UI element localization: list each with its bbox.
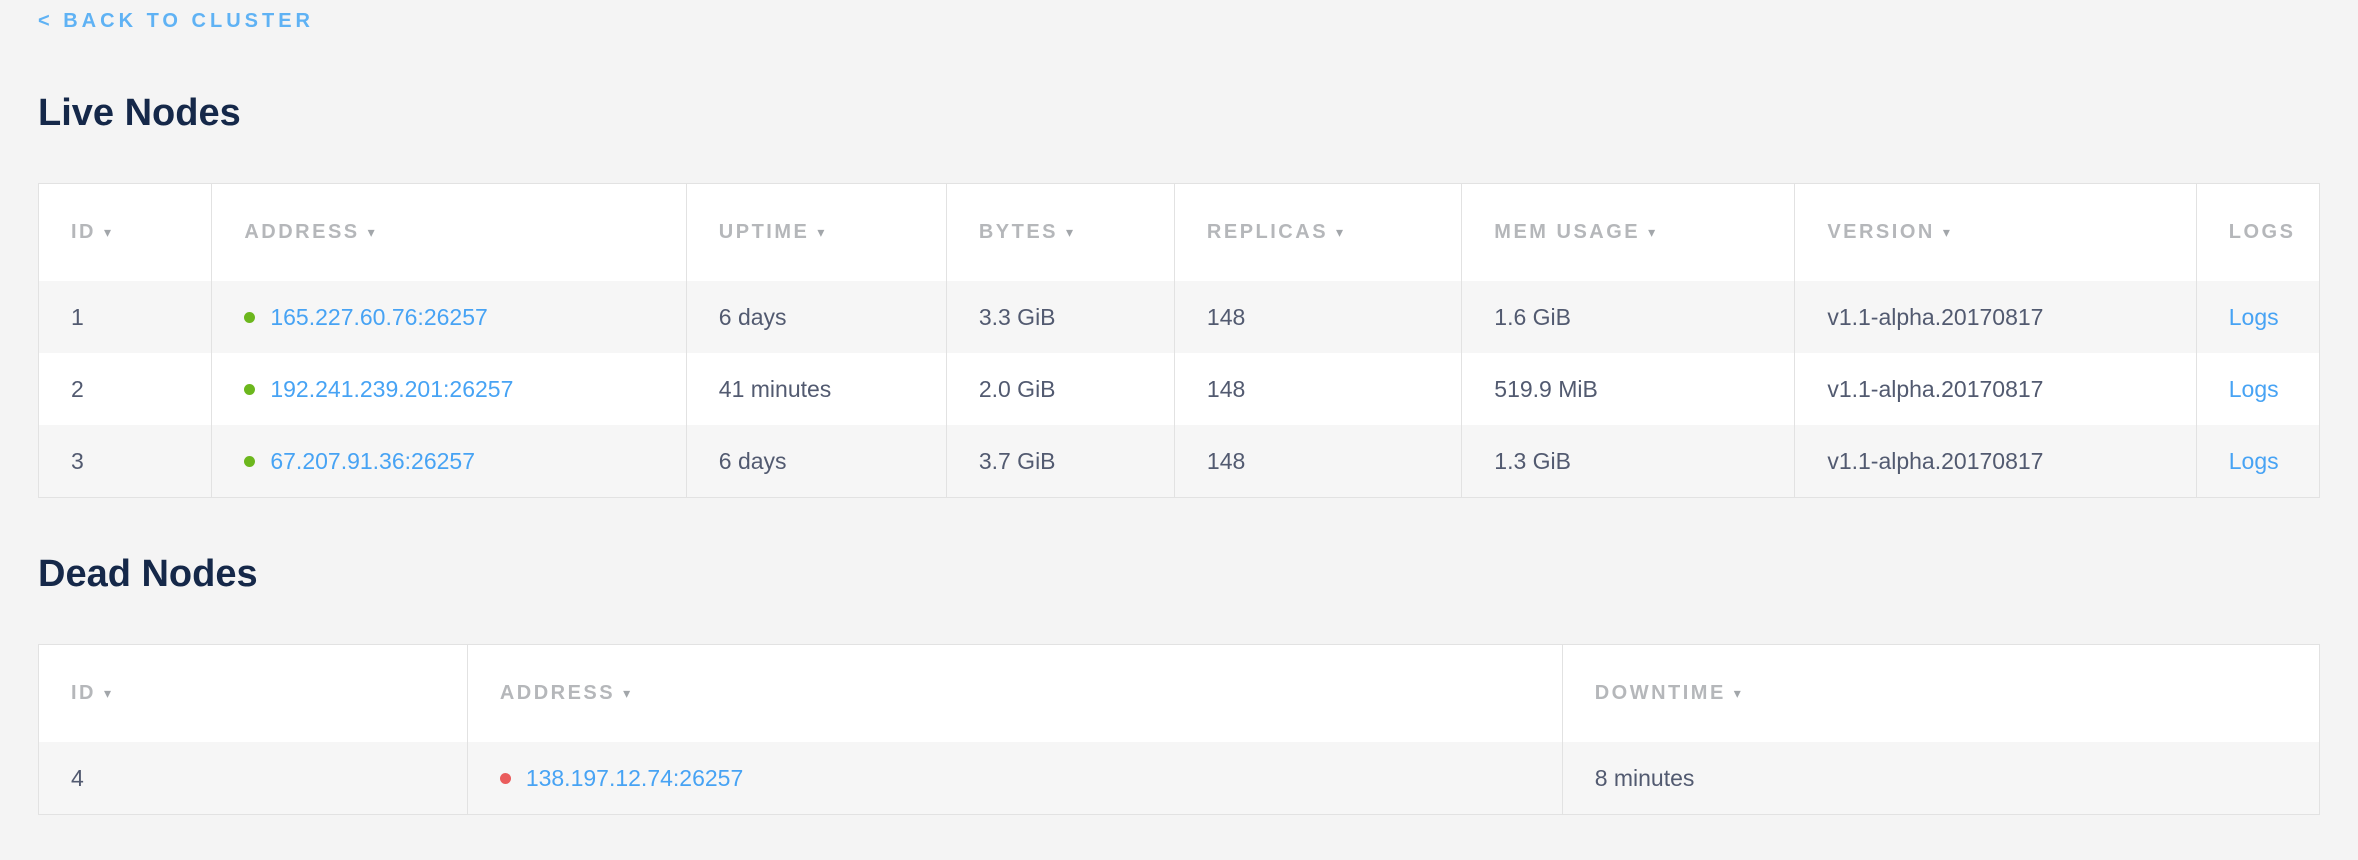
cell-address: 192.241.239.201:26257: [212, 353, 686, 425]
column-label: ID: [71, 682, 96, 704]
column-label: ID: [71, 221, 96, 243]
column-label: LOGS: [2229, 221, 2296, 243]
cell-replicas: 148: [1174, 353, 1461, 425]
column-label: MEM USAGE: [1494, 221, 1640, 243]
column-label: ADDRESS: [500, 682, 615, 704]
table-row: 3 67.207.91.36:26257 6 days3.7 GiB1481.3 G…: [39, 425, 2320, 498]
cell-id: 4: [39, 742, 468, 815]
cell-address: 67.207.91.36:26257: [212, 425, 686, 498]
column-header-logs: LOGS: [2196, 184, 2319, 282]
cell-id: 3: [39, 425, 212, 498]
cell-bytes: 3.7 GiB: [946, 425, 1174, 498]
logs-link[interactable]: Logs: [2229, 304, 2279, 330]
column-label: REPLICAS: [1207, 221, 1328, 243]
column-header-address[interactable]: ADDRESS ▾: [212, 184, 686, 282]
node-address-link[interactable]: 192.241.239.201:26257: [270, 376, 513, 402]
cell-version: v1.1-alpha.20170817: [1795, 425, 2196, 498]
column-label: ADDRESS: [244, 221, 359, 243]
column-header-bytes[interactable]: BYTES ▾: [946, 184, 1174, 282]
sort-arrow-icon: ▾: [1734, 685, 1741, 702]
dead-nodes-heading: Dead Nodes: [38, 552, 2320, 596]
sort-arrow-icon: ▾: [1336, 224, 1343, 241]
cell-replicas: 148: [1174, 425, 1461, 498]
node-address-link[interactable]: 138.197.12.74:26257: [526, 765, 743, 791]
cell-mem_usage: 1.3 GiB: [1462, 425, 1795, 498]
live-nodes-section: Live Nodes ID▾ADDRESS▾UPTIME▾BYTES▾REPLI…: [38, 91, 2320, 498]
cell-logs: Logs: [2196, 425, 2319, 498]
sort-arrow-icon: ▾: [1648, 224, 1655, 241]
nodes-page: < BACK TO CLUSTER Live Nodes ID ▾ ADDRESS ▾…: [0, 0, 2358, 815]
cell-downtime: 8 minutes: [1562, 742, 2319, 815]
cell-uptime: 6 days: [686, 425, 946, 498]
sort-arrow-icon: ▾: [104, 224, 111, 241]
sort-arrow-icon: ▾: [1943, 224, 1950, 241]
column-header-version[interactable]: VERSION ▾: [1795, 184, 2196, 282]
node-status-healthy-icon: [244, 312, 255, 323]
column-header-id[interactable]: ID ▾: [39, 184, 212, 282]
column-label: DOWNTIME: [1595, 682, 1726, 704]
back-to-cluster-link[interactable]: < BACK TO CLUSTER: [38, 10, 314, 33]
cell-mem_usage: 519.9 MiB: [1462, 353, 1795, 425]
header-row: ID▾ADDRESS▾UPTIME▾BYTES▾REPLICAS▾MEM USA…: [39, 184, 2320, 282]
column-header-id[interactable]: ID ▾: [39, 645, 468, 743]
sort-arrow-icon: ▾: [368, 224, 375, 241]
cell-id: 2: [39, 353, 212, 425]
table-row: 1 165.227.60.76:26257 6 days3.3 GiB1481.6 …: [39, 281, 2320, 353]
table-row: 2 192.241.239.201:26257 41 minutes2.0 GiB1…: [39, 353, 2320, 425]
sort-arrow-icon: ▾: [817, 224, 824, 241]
column-label: BYTES: [979, 221, 1058, 243]
cell-logs: Logs: [2196, 281, 2319, 353]
cell-id: 1: [39, 281, 212, 353]
cell-address: 138.197.12.74:26257: [467, 742, 1562, 815]
column-header-replicas[interactable]: REPLICAS ▾: [1174, 184, 1461, 282]
cell-version: v1.1-alpha.20170817: [1795, 281, 2196, 353]
logs-link[interactable]: Logs: [2229, 448, 2279, 474]
node-address-link[interactable]: 165.227.60.76:26257: [270, 304, 487, 330]
table-row: 4 138.197.12.74:26257 8 minutes: [39, 742, 2320, 815]
column-header-downtime[interactable]: DOWNTIME ▾: [1562, 645, 2319, 743]
logs-link[interactable]: Logs: [2229, 376, 2279, 402]
dead-nodes-section: Dead Nodes ID ▾ ADDRESS ▾ DOWNTIME ▾ 4 138.197.…: [38, 552, 2320, 815]
header-row: ID ▾ ADDRESS ▾ DOWNTIME ▾: [39, 645, 2320, 743]
sort-arrow-icon: ▾: [1066, 224, 1073, 241]
live-nodes-table: ID▾ADDRESS▾UPTIME▾BYTES▾REPLICAS▾MEM USA…: [38, 183, 2320, 498]
cell-logs: Logs: [2196, 353, 2319, 425]
column-label: VERSION: [1827, 221, 1935, 243]
node-status-dead-icon: [500, 773, 511, 784]
node-status-healthy-icon: [244, 384, 255, 395]
column-label: UPTIME: [719, 221, 810, 243]
column-header-address[interactable]: ADDRESS ▾: [467, 645, 1562, 743]
column-header-mem_usage[interactable]: MEM USAGE ▾: [1462, 184, 1795, 282]
live-nodes-heading: Live Nodes: [38, 91, 2320, 135]
column-header-uptime[interactable]: UPTIME ▾: [686, 184, 946, 282]
cell-bytes: 3.3 GiB: [946, 281, 1174, 353]
dead-nodes-table: ID ▾ ADDRESS ▾ DOWNTIME ▾ 4 138.197.12.74:26257…: [38, 644, 2320, 815]
cell-bytes: 2.0 GiB: [946, 353, 1174, 425]
cell-replicas: 148: [1174, 281, 1461, 353]
sort-arrow-icon: ▾: [623, 685, 630, 702]
cell-uptime: 41 minutes: [686, 353, 946, 425]
cell-version: v1.1-alpha.20170817: [1795, 353, 2196, 425]
node-status-healthy-icon: [244, 456, 255, 467]
cell-uptime: 6 days: [686, 281, 946, 353]
sort-arrow-icon: ▾: [104, 685, 111, 702]
node-address-link[interactable]: 67.207.91.36:26257: [270, 448, 475, 474]
cell-mem_usage: 1.6 GiB: [1462, 281, 1795, 353]
cell-address: 165.227.60.76:26257: [212, 281, 686, 353]
